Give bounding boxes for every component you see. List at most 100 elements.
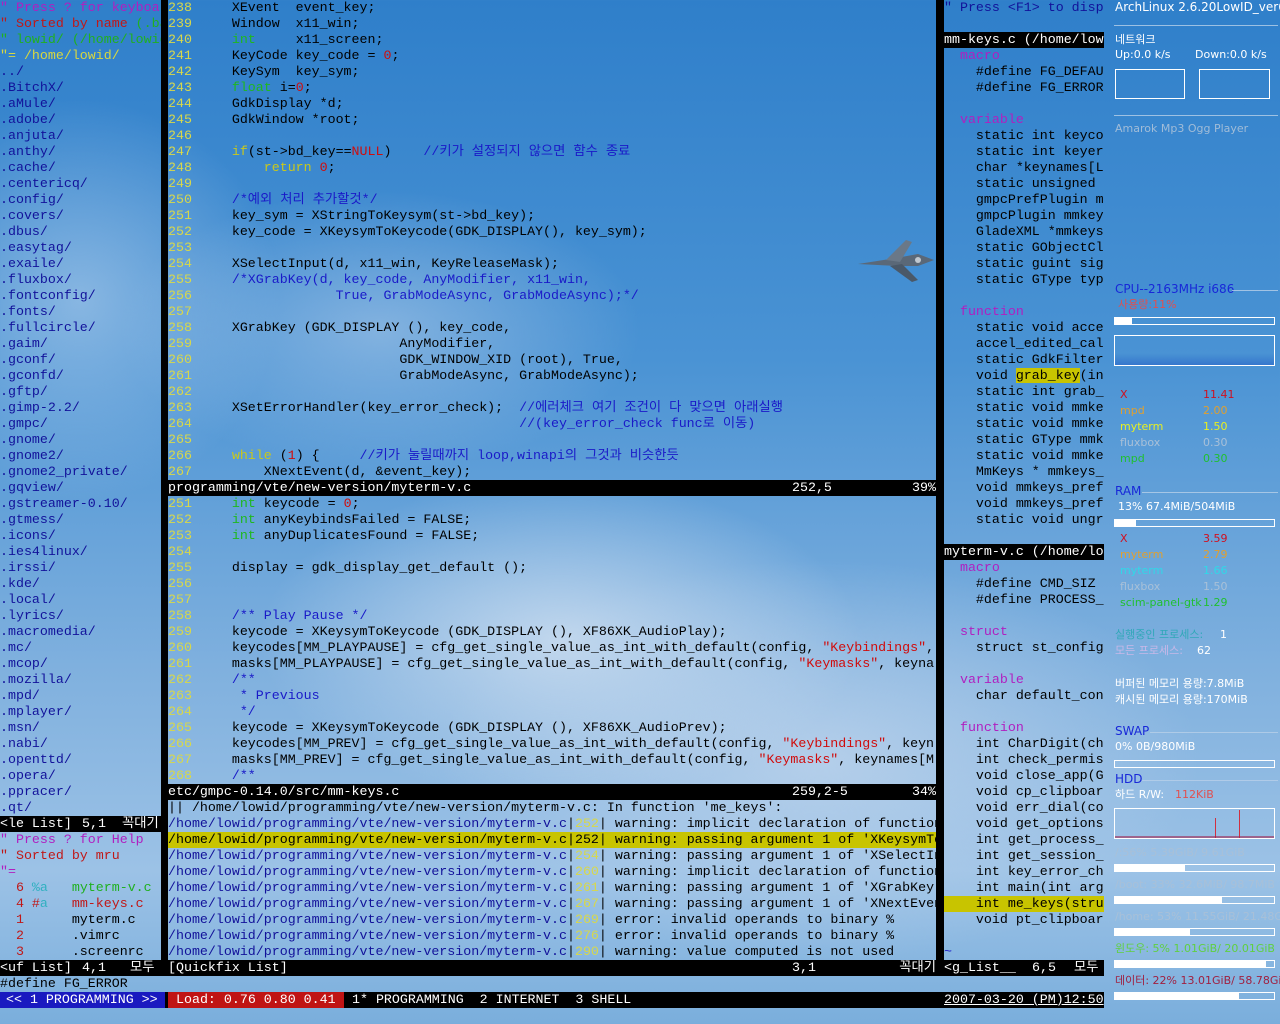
code-line[interactable]: .dbus/ xyxy=(0,224,161,240)
code-line[interactable]: .anthy/ xyxy=(0,144,161,160)
code-line[interactable]: " Sorted by mru xyxy=(0,848,161,864)
code-line[interactable]: .gftp/ xyxy=(0,384,161,400)
code-line[interactable] xyxy=(944,608,1104,624)
code-line[interactable]: static GType typ xyxy=(944,272,1104,288)
code-line[interactable]: .mplayer/ xyxy=(0,704,161,720)
code-line[interactable]: 241 KeyCode key_code = 0; xyxy=(168,48,936,64)
code-line[interactable]: .fontconfig/ xyxy=(0,288,161,304)
code-line[interactable]: 247 if(st->bd_key==NULL) //키가 설정되지 않으면 함… xyxy=(168,144,936,160)
code-line[interactable]: static guint sig xyxy=(944,256,1104,272)
code-line[interactable]: variable xyxy=(944,672,1104,688)
code-line[interactable]: " Press ? for Help xyxy=(0,832,161,848)
code-line[interactable]: char *keynames[L xyxy=(944,160,1104,176)
code-line[interactable] xyxy=(944,16,1104,32)
code-line[interactable]: .gqview/ xyxy=(0,480,161,496)
code-line[interactable]: 257 xyxy=(168,592,936,608)
code-line[interactable]: GladeXML *mmkeys xyxy=(944,224,1104,240)
code-line[interactable]: " lowid/ (/home/lowid/) xyxy=(0,32,161,48)
code-line[interactable]: 258 XGrabKey (GDK_DISPLAY (), key_code, xyxy=(168,320,936,336)
code-line[interactable]: 248 return 0; xyxy=(168,160,936,176)
code-line[interactable]: static void ungr xyxy=(944,512,1104,528)
code-line[interactable]: 261 masks[MM_PLAYPAUSE] = cfg_get_single… xyxy=(168,656,936,672)
code-line[interactable]: 259 keycode = XKeysymToKeycode (GDK_DISP… xyxy=(168,624,936,640)
code-line[interactable]: 4 #a mm-keys.c xyxy=(0,896,161,912)
code-line[interactable]: .macromedia/ xyxy=(0,624,161,640)
code-line[interactable]: " Press ? for keyboard xyxy=(0,0,161,16)
code-line[interactable]: .BitchX/ xyxy=(0,80,161,96)
code-line[interactable]: static GObjectCl xyxy=(944,240,1104,256)
code-line[interactable]: .anjuta/ xyxy=(0,128,161,144)
taglist-file-header[interactable]: myterm-v.c (/home/lo xyxy=(944,544,1104,560)
quickfix-item[interactable]: /home/lowid/programming/vte/new-version/… xyxy=(168,848,936,864)
code-line[interactable]: 252 int anyKeybindsFailed = FALSE; xyxy=(168,512,936,528)
code-line[interactable]: .mcop/ xyxy=(0,656,161,672)
quickfix-item[interactable]: /home/lowid/programming/vte/new-version/… xyxy=(168,912,936,928)
code-line[interactable]: 263 * Previous xyxy=(168,688,936,704)
code-line[interactable]: .fluxbox/ xyxy=(0,272,161,288)
code-line[interactable]: 250 /*예외 처리 추가할것*/ xyxy=(168,192,936,208)
code-line[interactable]: .gmpc/ xyxy=(0,416,161,432)
code-line[interactable]: macro xyxy=(944,48,1104,64)
command-line[interactable]: #define FG_ERROR xyxy=(0,976,940,992)
code-line[interactable]: 244 GdkDisplay *d; xyxy=(168,96,936,112)
current-window-label[interactable]: << 1 PROGRAMMING >> xyxy=(0,992,165,1008)
vertical-split-divider[interactable] xyxy=(161,0,168,976)
quickfix-item[interactable]: /home/lowid/programming/vte/new-version/… xyxy=(168,880,936,896)
quickfix-item[interactable]: /home/lowid/programming/vte/new-version/… xyxy=(168,896,936,912)
editor-pane-myterm[interactable]: 238 XEvent event_key; 239 Window x11_win;… xyxy=(168,0,936,480)
code-line[interactable]: .ies4linux/ xyxy=(0,544,161,560)
code-line[interactable]: #define PROCESS_ xyxy=(944,592,1104,608)
window-list[interactable]: 1* PROGRAMMING 2 INTERNET 3 SHELL xyxy=(352,992,631,1008)
code-line[interactable]: .gimp-2.2/ xyxy=(0,400,161,416)
code-line[interactable]: 254 XSelectInput(d, x11_win, KeyReleaseM… xyxy=(168,256,936,272)
code-line[interactable]: 260 keycodes[MM_PLAYPAUSE] = cfg_get_sin… xyxy=(168,640,936,656)
code-line[interactable]: 238 XEvent event_key; xyxy=(168,0,936,16)
code-line[interactable]: static void mmke xyxy=(944,400,1104,416)
code-line[interactable]: 255 /*XGrabKey(d, key_code, AnyModifier,… xyxy=(168,272,936,288)
code-line[interactable]: struct st_config xyxy=(944,640,1104,656)
code-line[interactable]: 252 key_code = XKeysymToKeycode(GDK_DISP… xyxy=(168,224,936,240)
code-line[interactable]: #define FG_ERROR xyxy=(944,80,1104,96)
code-line[interactable] xyxy=(944,656,1104,672)
code-line[interactable]: .gnome/ xyxy=(0,432,161,448)
code-line[interactable]: function xyxy=(944,304,1104,320)
quickfix-item[interactable]: /home/lowid/programming/vte/new-version/… xyxy=(168,944,936,960)
code-line[interactable]: .kde/ xyxy=(0,576,161,592)
code-line[interactable]: .aMule/ xyxy=(0,96,161,112)
quickfix-item[interactable]: /home/lowid/programming/vte/new-version/… xyxy=(168,832,936,848)
code-line[interactable]: .config/ xyxy=(0,192,161,208)
code-line[interactable]: 267 masks[MM_PREV] = cfg_get_single_valu… xyxy=(168,752,936,768)
editor-pane-mm-keys[interactable]: 251 int keycode = 0; 252 int anyKeybindsF… xyxy=(168,496,936,784)
code-line[interactable]: " Press <F1> to display help xyxy=(944,0,1104,16)
code-line[interactable]: .cache/ xyxy=(0,160,161,176)
code-line[interactable]: .irssi/ xyxy=(0,560,161,576)
code-line[interactable]: .fonts/ xyxy=(0,304,161,320)
code-line[interactable]: static GType mmk xyxy=(944,432,1104,448)
code-line[interactable]: 6 %a myterm-v.c xyxy=(0,880,161,896)
code-line[interactable]: .opera/ xyxy=(0,768,161,784)
code-line[interactable]: 261 GrabModeAsync, GrabModeAsync); xyxy=(168,368,936,384)
code-line[interactable]: 264 */ xyxy=(168,704,936,720)
code-line[interactable]: .centericq/ xyxy=(0,176,161,192)
taglist-file-header[interactable]: mm-keys.c (/home/lowid/ xyxy=(944,32,1104,48)
file-explorer-pane[interactable]: " Press ? for keyboard " Sorted by name (… xyxy=(0,0,161,816)
code-line[interactable]: 264 //(key_error_check func로 이동) xyxy=(168,416,936,432)
code-line[interactable]: .fullcircle/ xyxy=(0,320,161,336)
code-line[interactable]: 242 KeySym key_sym; xyxy=(168,64,936,80)
code-line[interactable]: 267 XNextEvent(d, &event_key); xyxy=(168,464,936,480)
code-line[interactable]: void cp_clipboar xyxy=(944,784,1104,800)
code-line[interactable] xyxy=(944,704,1104,720)
code-line[interactable]: ../ xyxy=(0,64,161,80)
code-line[interactable]: 262 xyxy=(168,384,936,400)
code-line[interactable]: .lyrics/ xyxy=(0,608,161,624)
vertical-split-divider[interactable] xyxy=(936,0,944,976)
code-line[interactable]: static unsigned xyxy=(944,176,1104,192)
code-line[interactable]: MmKeys * mmkeys_ xyxy=(944,464,1104,480)
code-line[interactable]: 253 xyxy=(168,240,936,256)
code-line[interactable]: void err_dial(co xyxy=(944,800,1104,816)
code-line[interactable]: variable xyxy=(944,112,1104,128)
code-line[interactable]: 245 GdkWindow *root; xyxy=(168,112,936,128)
code-line[interactable]: 268 /** xyxy=(168,768,936,784)
code-line[interactable]: 259 AnyModifier, xyxy=(168,336,936,352)
code-line[interactable]: void pt_clipboar xyxy=(944,912,1104,928)
